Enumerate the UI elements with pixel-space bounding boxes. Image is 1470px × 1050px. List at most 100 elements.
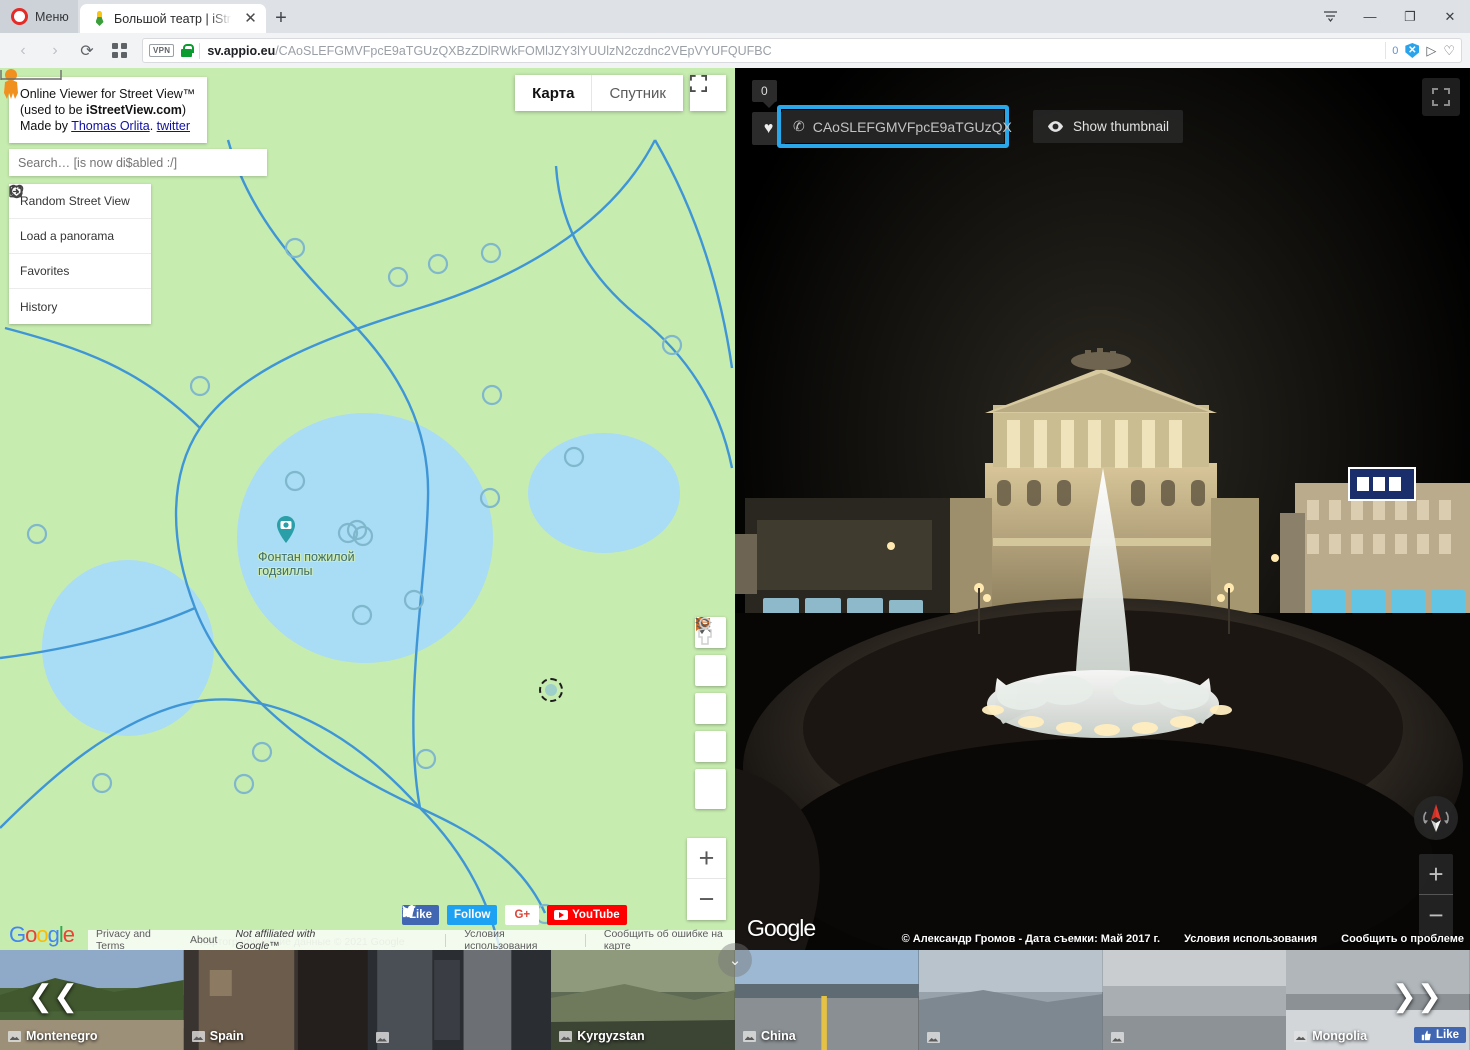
list-item[interactable]: [1102, 950, 1287, 1050]
minimize-icon[interactable]: —: [1350, 0, 1390, 33]
price-button[interactable]: $: [695, 619, 726, 686]
speed-dial-icon[interactable]: [104, 37, 134, 65]
menu-label: Favorites: [20, 264, 70, 278]
tab-list-icon[interactable]: [1310, 0, 1350, 33]
pegman-button[interactable]: [695, 617, 726, 809]
map-type-map[interactable]: Карта: [515, 75, 593, 111]
info-line-1: Online Viewer for Street View™: [20, 87, 196, 101]
pano-id-badge[interactable]: ✆ CAoSLEFGMVFpcE9aTGUzQX: [782, 110, 1012, 143]
compass-control[interactable]: [1414, 796, 1458, 840]
map-footer-strip: Privacy and Terms About Not affiliated w…: [88, 928, 735, 950]
filmstrip-collapse-button[interactable]: ⌄: [718, 943, 752, 977]
photo-icon: [559, 1030, 573, 1042]
photo-icon: [1110, 1032, 1124, 1043]
eye-icon: [1047, 121, 1064, 132]
ad-blocker-shield-icon[interactable]: ✕: [1405, 43, 1420, 58]
info-line2-pre: (used to be: [20, 103, 87, 117]
feedback-button[interactable]: [695, 617, 726, 724]
link-icon: ✆: [793, 118, 805, 134]
google-plus-button[interactable]: G+: [505, 905, 540, 925]
map-type-switcher: Карта Спутник: [515, 75, 683, 111]
thumbnail-image: [367, 950, 552, 1050]
compass-icon: [1423, 804, 1449, 832]
menu-label: History: [20, 299, 58, 314]
google-logo: Google: [9, 922, 75, 948]
list-item[interactable]: Kyrgyzstan: [551, 950, 735, 1050]
list-item[interactable]: [918, 950, 1103, 1050]
reload-icon[interactable]: ⟳: [72, 37, 102, 65]
list-item[interactable]: [367, 950, 552, 1050]
back-icon[interactable]: ‹: [8, 37, 38, 65]
about-link[interactable]: About: [190, 934, 217, 946]
info-line-2: (used to be iStreetView.com): [20, 102, 196, 118]
close-window-icon[interactable]: ✕: [1430, 0, 1470, 33]
url-host: sv.appio.eu: [207, 43, 276, 58]
list-item[interactable]: Spain: [183, 950, 368, 1050]
pano-id-text: CAoSLEFGMVFpcE9aTGUzQX: [812, 118, 1012, 135]
blocker-count: 0: [1392, 44, 1399, 57]
browser-toolbar: ‹ › ⟳ VPN sv.appio.eu/CAoSLEFGMVFpcE9aTG…: [0, 33, 1470, 68]
thumbnail-label: China: [761, 1029, 796, 1043]
thumbnail-image: [1102, 950, 1287, 1050]
facebook-like-float-button[interactable]: Like: [1413, 1027, 1466, 1043]
twitter-bird-icon: [402, 905, 416, 917]
fullscreen-icon: [1432, 88, 1450, 106]
browser-tab[interactable]: Большой театр | iStreetVi ✕: [80, 4, 266, 33]
url-divider: [199, 42, 201, 59]
favorite-count-badge: 0: [752, 80, 777, 108]
photo-icon: [1294, 1030, 1308, 1042]
new-tab-button[interactable]: +: [266, 4, 296, 33]
lock-icon: [181, 44, 195, 57]
window-controls: — ❐ ✕: [1310, 0, 1470, 33]
twitter-follow-button[interactable]: Follow: [402, 905, 498, 925]
address-bar[interactable]: VPN sv.appio.eu/CAoSLEFGMVFpcE9aTGUzQXBz…: [142, 38, 1462, 63]
filmstrip-next-button[interactable]: ❯❯: [1392, 982, 1442, 1012]
street-view-panel[interactable]: 0 ♥ ✆ CAoSLEFGMVFpcE9aTGUzQX Show thumbn…: [735, 68, 1470, 950]
close-tab-icon[interactable]: ✕: [241, 9, 260, 28]
thumbs-up-icon: [1421, 1030, 1431, 1040]
logo-e: e: [62, 922, 75, 947]
list-item[interactable]: ❮❮ Montenegro: [0, 950, 184, 1050]
map-zoom-in-button[interactable]: +: [687, 838, 726, 879]
author-link[interactable]: Thomas Orlita: [71, 119, 150, 133]
maximize-icon[interactable]: ❐: [1390, 0, 1430, 33]
thumbnail-label: Kyrgyzstan: [577, 1029, 645, 1043]
map-type-satellite[interactable]: Спутник: [592, 75, 683, 111]
menu-item-random-street-view[interactable]: Random Street View: [9, 184, 151, 219]
opera-menu-button[interactable]: Меню: [0, 0, 78, 33]
pano-report-link[interactable]: Сообщить о проблеме: [1341, 933, 1464, 945]
forward-icon[interactable]: ›: [40, 37, 70, 65]
thumbnail-label: Mongolia: [1312, 1029, 1368, 1043]
pano-zoom-out-button[interactable]: −: [1419, 895, 1453, 936]
info-card: Online Viewer for Street View™ (used to …: [9, 77, 207, 143]
show-thumbnail-button[interactable]: Show thumbnail: [1033, 110, 1184, 143]
list-item[interactable]: China: [735, 950, 919, 1050]
search-input[interactable]: [9, 149, 267, 176]
map-report-link[interactable]: Сообщить об ошибке на карте: [604, 928, 735, 950]
layers-off-button[interactable]: [695, 617, 726, 762]
bookmark-heart-icon[interactable]: ♡: [1443, 43, 1455, 59]
opera-menu-label: Меню: [35, 9, 69, 24]
youtube-button[interactable]: YouTube: [547, 905, 627, 925]
map-fullscreen-button[interactable]: [690, 75, 726, 111]
menu-item-history[interactable]: History: [9, 185, 151, 324]
logo-g1: G: [9, 922, 26, 947]
facebook-like-float-label: Like: [1435, 1029, 1459, 1041]
privacy-and-terms-link[interactable]: Privacy and Terms: [96, 928, 172, 950]
map-zoom-out-button[interactable]: −: [687, 879, 726, 920]
pano-fullscreen-button[interactable]: [1422, 78, 1460, 116]
footer-divider-1: [445, 933, 447, 947]
filmstrip-prev-button[interactable]: ❮❮: [28, 982, 78, 1012]
pano-terms-link[interactable]: Условия использования: [1184, 933, 1317, 945]
map-panel[interactable]: Online Viewer for Street View™ (used to …: [0, 68, 735, 950]
menu-item-load-a-panorama[interactable]: Load a panorama: [9, 185, 151, 254]
url-path: /CAoSLEFGMVFpcE9aTGUzQXBzZDlRWkFOMlJZY3l…: [275, 43, 772, 58]
menu-item-favorites[interactable]: Favorites: [9, 184, 151, 289]
thumbnail-label-wrap: Kyrgyzstan: [559, 1029, 645, 1043]
photo-icon: [743, 1030, 756, 1042]
thumbnail-label: Spain: [209, 1029, 244, 1043]
twitter-link[interactable]: twitter: [157, 119, 190, 133]
map-terms-link[interactable]: Условия использования: [464, 928, 567, 950]
share-icon[interactable]: ▷: [1426, 43, 1436, 59]
pano-zoom-in-button[interactable]: +: [1419, 854, 1453, 895]
